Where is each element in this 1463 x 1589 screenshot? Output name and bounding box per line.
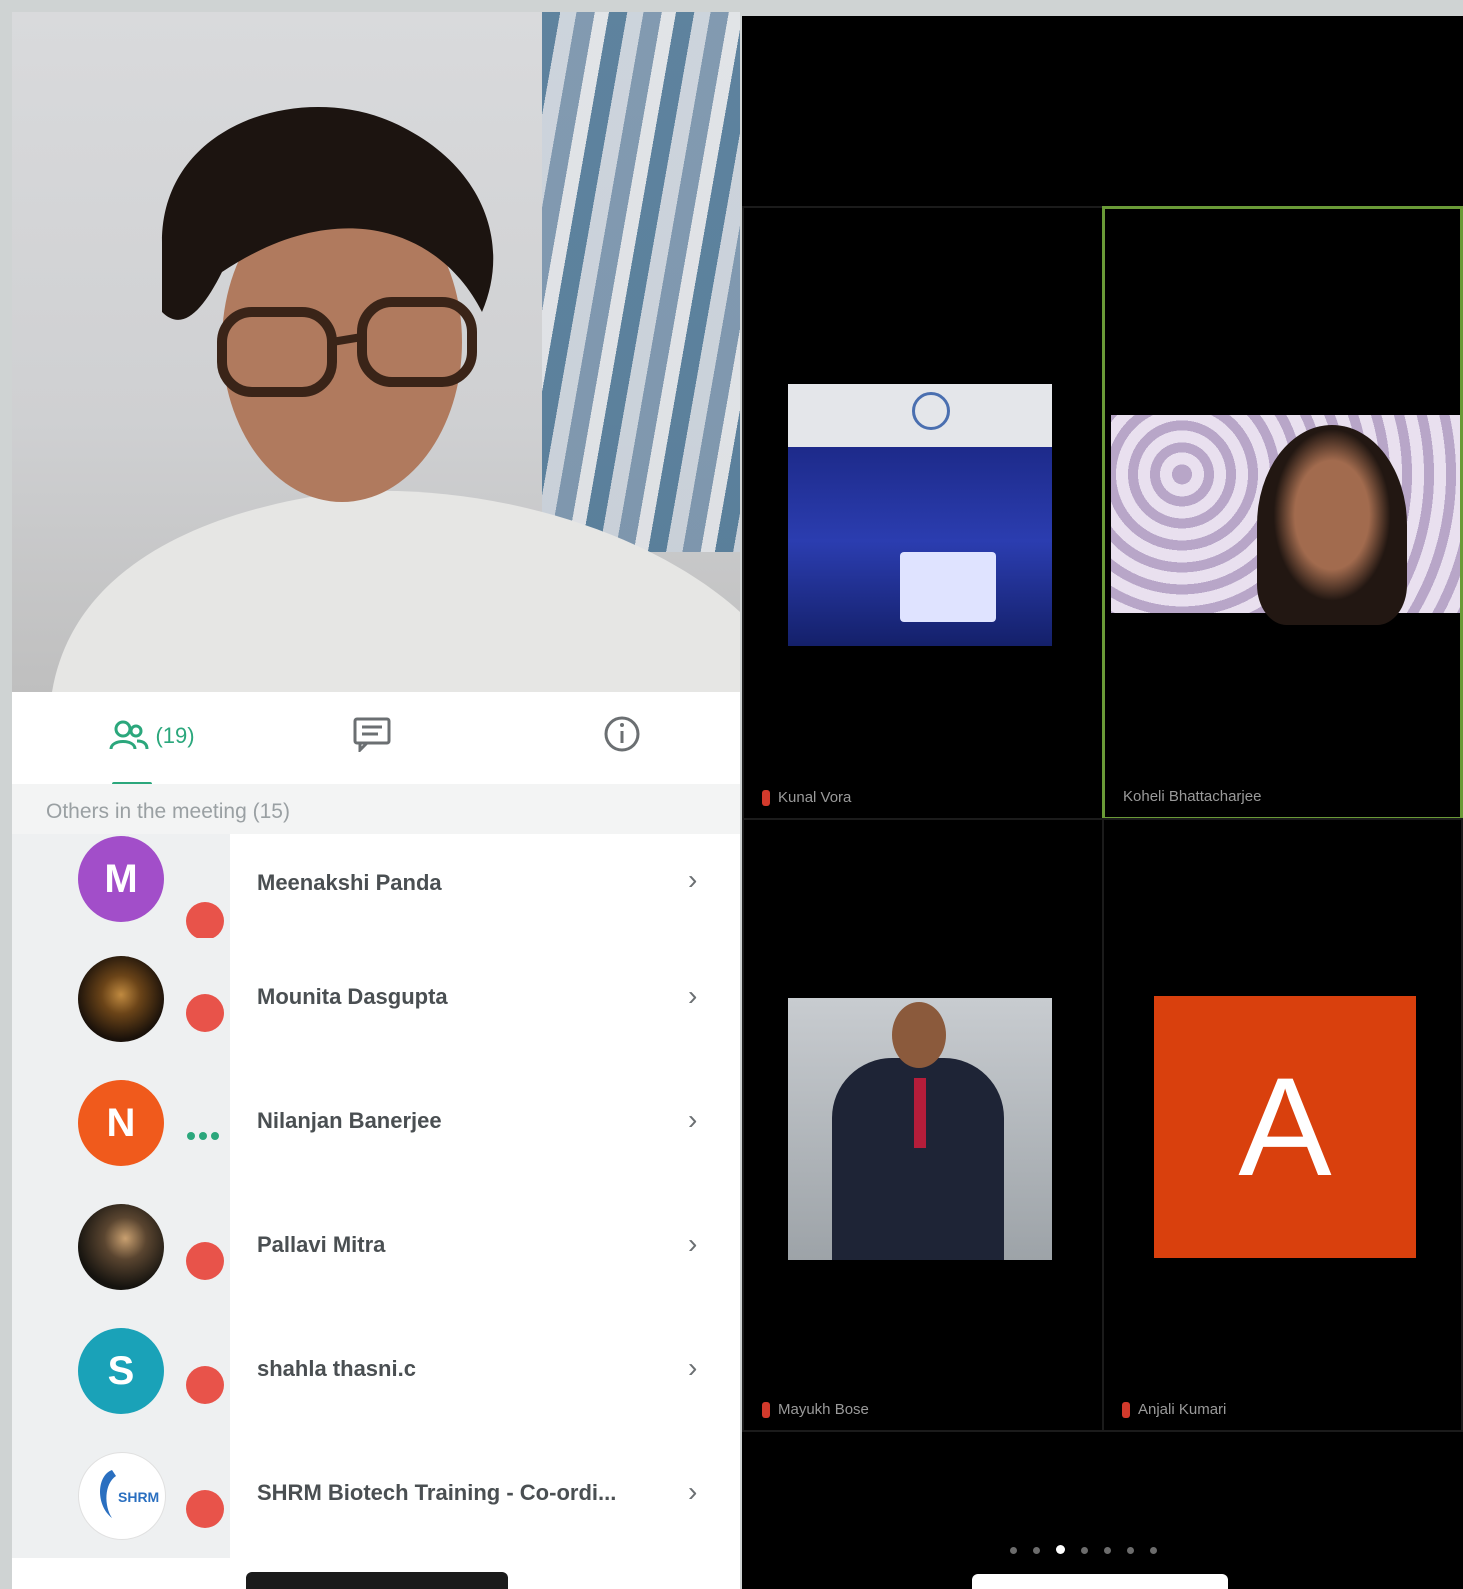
self-view-video <box>12 12 740 692</box>
tile-name: Anjali Kumari <box>1138 1400 1227 1418</box>
mic-muted-icon <box>186 1366 224 1404</box>
people-icon <box>109 719 149 753</box>
people-count: (19) <box>155 723 195 748</box>
participant-row[interactable]: Mounita Dasgupta › <box>12 938 740 1062</box>
participant-row[interactable]: N Nilanjan Banerjee › <box>12 1062 740 1186</box>
mic-muted-icon <box>186 994 224 1032</box>
video-feed <box>788 998 1052 1260</box>
speaking-indicator-icon <box>186 1128 220 1140</box>
video-tile[interactable]: Mayukh Bose <box>742 818 1104 1432</box>
page-indicator[interactable] <box>1002 1541 1202 1555</box>
podium <box>900 552 996 622</box>
mic-muted-icon <box>186 1242 224 1280</box>
mic-muted-icon <box>186 902 224 940</box>
section-header-text: Others in the meeting (15) <box>46 800 290 823</box>
tile-name: Kunal Vora <box>778 788 852 806</box>
avatar <box>78 956 164 1042</box>
participant-name: Mounita Dasgupta <box>257 984 448 1009</box>
person-silhouette <box>12 12 740 692</box>
avatar <box>78 1204 164 1290</box>
participants-panel: (19) Others in the meeting (15) M Meenak… <box>12 12 740 1589</box>
info-icon <box>603 715 641 758</box>
tile-name: Koheli Bhattacharjee <box>1123 788 1262 805</box>
video-tile[interactable]: A Anjali Kumari <box>1102 818 1463 1432</box>
chevron-right-icon[interactable]: › <box>688 1476 697 1508</box>
tile-name: Mayukh Bose <box>778 1400 869 1418</box>
bottom-bar-partial <box>246 1572 508 1589</box>
participant-name: Nilanjan Banerjee <box>257 1108 442 1133</box>
chevron-right-icon[interactable]: › <box>688 980 697 1012</box>
panel-tabs: (19) <box>12 692 740 786</box>
mic-muted-icon <box>762 790 770 806</box>
chevron-right-icon[interactable]: › <box>688 864 697 896</box>
chevron-right-icon[interactable]: › <box>688 1352 697 1384</box>
participant-name: Pallavi Mitra <box>257 1232 386 1257</box>
avatar: M <box>78 836 164 922</box>
page-dot <box>1033 1547 1040 1554</box>
participant-row[interactable]: S shahla thasni.c › <box>12 1310 740 1434</box>
mic-muted-icon <box>762 1402 770 1418</box>
avatar: N <box>78 1080 164 1166</box>
bottom-bar-partial <box>972 1574 1228 1589</box>
tab-chat[interactable] <box>312 692 432 780</box>
page-dot <box>1127 1547 1134 1554</box>
tab-info[interactable] <box>562 692 682 780</box>
video-tile-active-speaker[interactable]: Koheli Bhattacharjee <box>1102 206 1463 820</box>
page-dot <box>1150 1547 1157 1554</box>
logo-emblem <box>912 392 950 430</box>
page-dot <box>1010 1547 1017 1554</box>
page-dot <box>1104 1547 1111 1554</box>
avatar-letter: A <box>1238 1048 1332 1205</box>
participant-name: SHRM Biotech Training - Co-ordi... <box>257 1480 617 1505</box>
participant-name: Meenakshi Panda <box>257 870 442 895</box>
mic-muted-icon <box>186 1490 224 1528</box>
avatar: S <box>78 1328 164 1414</box>
chevron-right-icon[interactable]: › <box>688 1104 697 1136</box>
video-tile[interactable]: Kunal Vora <box>742 206 1104 820</box>
video-feed <box>788 384 1052 646</box>
tab-people[interactable]: (19) <box>72 692 232 786</box>
avatar-logo: SHRM <box>78 1452 166 1540</box>
video-feed <box>1111 415 1460 625</box>
avatar-tile: A <box>1154 996 1416 1258</box>
person-face <box>1257 425 1407 625</box>
tie <box>914 1078 926 1148</box>
mic-muted-icon <box>1122 1402 1130 1418</box>
page-dot <box>1081 1547 1088 1554</box>
chevron-right-icon[interactable]: › <box>688 1228 697 1260</box>
participant-row[interactable]: SHRM SHRM Biotech Training - Co-ordi... … <box>12 1434 740 1558</box>
svg-text:SHRM: SHRM <box>118 1489 159 1505</box>
person-head <box>892 1002 946 1068</box>
participant-row[interactable]: Pallavi Mitra › <box>12 1186 740 1310</box>
participant-name: shahla thasni.c <box>257 1356 416 1381</box>
participants-section-header: Others in the meeting (15) <box>12 784 740 834</box>
chat-icon <box>352 716 392 757</box>
video-grid: Kunal Vora Koheli Bhattacharjee Mayukh B… <box>742 16 1463 1589</box>
page-dot-current <box>1056 1545 1065 1554</box>
